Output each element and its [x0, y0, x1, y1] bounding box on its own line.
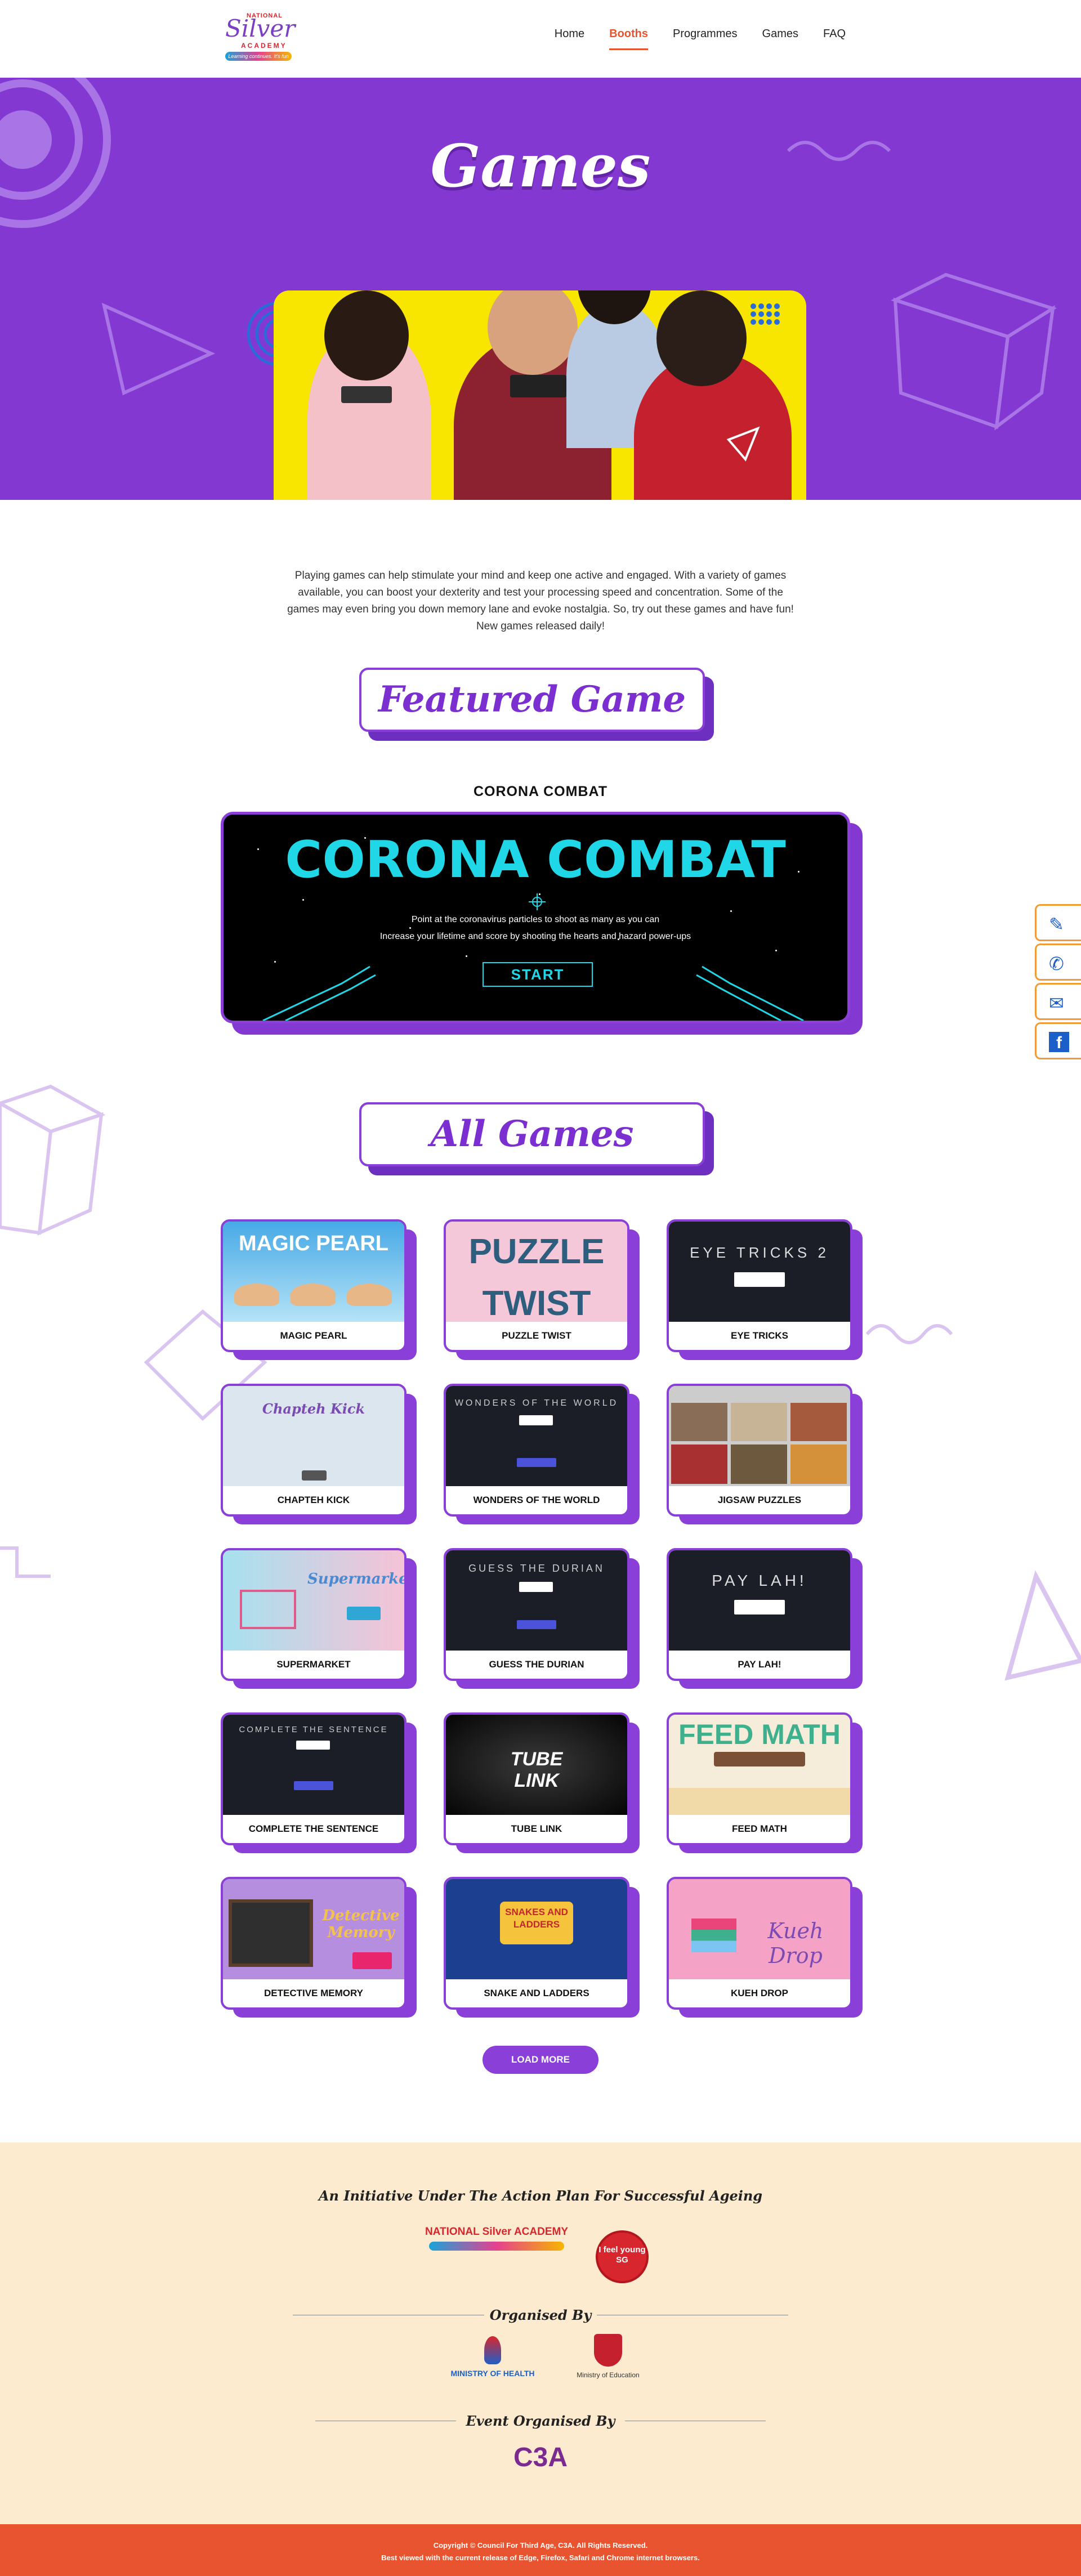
nav-games[interactable]: Games — [750, 26, 811, 51]
phone-icon[interactable]: ✆ — [1035, 943, 1081, 981]
game-name: KUEH DROP — [730, 1988, 788, 1998]
game-card-guess-the-durian[interactable]: GUESS THE DURIAN GUESS THE DURIAN — [444, 1548, 640, 1689]
nav-home[interactable]: Home — [542, 26, 597, 51]
wonders-of-the-world-thumbnail[interactable]: WONDERS OF THE WORLD — [446, 1386, 627, 1486]
game-card-puzzle-twist[interactable]: PUZZLE TWIST PUZZLE TWIST — [444, 1219, 640, 1360]
event-organised-by-heading: Event Organised By — [466, 2413, 615, 2429]
hero-banner: Games — [0, 78, 1081, 500]
game-name: TUBE LINK — [511, 1823, 562, 1834]
complete-the-sentence-thumbnail[interactable]: COMPLETE THE SENTENCE — [223, 1715, 404, 1815]
game-name: PAY LAH! — [738, 1659, 781, 1670]
game-name: SUPERMARKET — [276, 1659, 351, 1670]
national-silver-academy-logo[interactable]: NATIONAL Silver ACADEMY Learning continu… — [225, 12, 295, 63]
featured-game-heading: Featured Game — [359, 668, 714, 741]
game-name: FEED MATH — [732, 1823, 787, 1834]
organised-by-heading: Organised By — [489, 2307, 592, 2323]
guess-the-durian-thumbnail[interactable]: GUESS THE DURIAN — [446, 1550, 627, 1651]
floating-contact-bar: ✎ ✆ ✉ f — [1030, 904, 1081, 1062]
game-card-kueh-drop[interactable]: Kueh Drop KUEH DROP — [667, 1877, 863, 2018]
intro-text: Playing games can help stimulate your mi… — [287, 570, 794, 632]
game-name: MAGIC PEARL — [280, 1330, 347, 1341]
hero-photo-seniors-playing — [274, 290, 806, 500]
c3a-logo[interactable]: C3A — [495, 2442, 586, 2481]
game-name: GUESS THE DURIAN — [489, 1659, 584, 1670]
game-card-chapteh-kick[interactable]: Chapteh Kick CHAPTEH KICK — [221, 1384, 417, 1524]
pay-lah-thumbnail[interactable]: PAY LAH! — [669, 1550, 850, 1651]
magic-pearl-thumbnail[interactable]: MAGIC PEARL — [223, 1222, 404, 1322]
snake-and-ladders-thumbnail[interactable]: SNAKES AND LADDERS — [446, 1879, 627, 1979]
game-card-eye-tricks[interactable]: EYE TRICKS 2 EYE TRICKS — [667, 1219, 863, 1360]
game-card-jigsaw-puzzles[interactable]: JIGSAW PUZZLES — [667, 1384, 863, 1524]
jigsaw-puzzles-thumbnail[interactable] — [669, 1386, 850, 1486]
sponsors-section: An Initiative Under The Action Plan For … — [0, 2143, 1081, 2524]
game-card-wonders-of-the-world[interactable]: WONDERS OF THE WORLD WONDERS OF THE WORL… — [444, 1384, 640, 1524]
game-card-magic-pearl[interactable]: MAGIC PEARL MAGIC PEARL — [221, 1219, 417, 1360]
supermarket-thumbnail[interactable]: Supermarket — [223, 1550, 404, 1651]
cannon-graphics — [262, 965, 804, 1021]
eye-tricks-thumbnail[interactable]: EYE TRICKS 2 — [669, 1222, 850, 1322]
i-feel-young-sg-logo[interactable]: I feel young SG — [596, 2230, 649, 2283]
moh-logo[interactable]: MINISTRY OF HEALTH — [445, 2336, 540, 2387]
game-card-feed-math[interactable]: FEED MATH FEED MATH — [667, 1712, 863, 1853]
game-name: EYE TRICKS — [730, 1330, 789, 1341]
mail-icon[interactable]: ✉ — [1035, 983, 1081, 1020]
nsa-logo[interactable]: NATIONAL Silver ACADEMY — [423, 2226, 570, 2260]
initiative-heading: An Initiative Under The Action Plan For … — [318, 2188, 763, 2204]
game-card-snake-and-ladders[interactable]: SNAKES AND LADDERS SNAKE AND LADDERS — [444, 1877, 640, 2018]
game-name: PUZZLE TWIST — [502, 1330, 571, 1341]
game-card-supermarket[interactable]: Supermarket SUPERMARKET — [221, 1548, 417, 1689]
site-header: NATIONAL Silver ACADEMY Learning continu… — [0, 0, 1081, 78]
copyright-bar: Copyright © Council For Third Age, C3A. … — [0, 2524, 1081, 2576]
game-card-pay-lah[interactable]: PAY LAH! PAY LAH! — [667, 1548, 863, 1689]
game-name: DETECTIVE MEMORY — [264, 1988, 363, 1998]
chapteh-kick-thumbnail[interactable]: Chapteh Kick — [223, 1386, 404, 1486]
puzzle-twist-thumbnail[interactable]: PUZZLE TWIST — [446, 1222, 627, 1322]
facebook-icon[interactable]: f — [1035, 1022, 1081, 1059]
game-name: CHAPTEH KICK — [277, 1495, 350, 1505]
game-card-complete-the-sentence[interactable]: COMPLETE THE SENTENCE COMPLETE THE SENTE… — [221, 1712, 417, 1853]
load-more-button[interactable]: LOAD MORE — [483, 2046, 598, 2074]
game-name: COMPLETE THE SENTENCE — [248, 1823, 379, 1834]
feed-math-thumbnail[interactable]: FEED MATH — [669, 1715, 850, 1815]
featured-game-card[interactable]: CORONA COMBAT Point at the coronavirus p… — [221, 812, 863, 1035]
copyright-text: Copyright © Council For Third Age, C3A. … — [433, 2541, 648, 2550]
game-name: SNAKE AND LADDERS — [484, 1988, 589, 1998]
featured-game-name: CORONA COMBAT — [474, 784, 607, 799]
tube-link-thumbnail[interactable]: TUBE LINK — [446, 1715, 627, 1815]
detective-memory-thumbnail[interactable]: Detective Memory — [223, 1879, 404, 1979]
moe-logo[interactable]: Ministry of Education — [563, 2334, 653, 2390]
feather-icon[interactable]: ✎ — [1035, 904, 1081, 941]
nav-booths[interactable]: Booths — [597, 26, 660, 51]
main-nav: Home Booths Programmes Games FAQ — [542, 26, 858, 51]
game-card-tube-link[interactable]: TUBE LINK TUBE LINK — [444, 1712, 640, 1853]
nav-faq[interactable]: FAQ — [811, 26, 858, 51]
game-name: JIGSAW PUZZLES — [717, 1495, 802, 1505]
page-title: Games — [430, 131, 651, 200]
all-games-heading: All Games — [359, 1102, 714, 1175]
game-name: WONDERS OF THE WORLD — [473, 1495, 600, 1505]
game-card-detective-memory[interactable]: Detective Memory DETECTIVE MEMORY — [221, 1877, 417, 2018]
browser-note: Best viewed with the current release of … — [381, 2553, 700, 2562]
nav-programmes[interactable]: Programmes — [660, 26, 749, 51]
kueh-drop-thumbnail[interactable]: Kueh Drop — [669, 1879, 850, 1979]
corona-combat-screen[interactable]: CORONA COMBAT Point at the coronavirus p… — [221, 812, 850, 1023]
